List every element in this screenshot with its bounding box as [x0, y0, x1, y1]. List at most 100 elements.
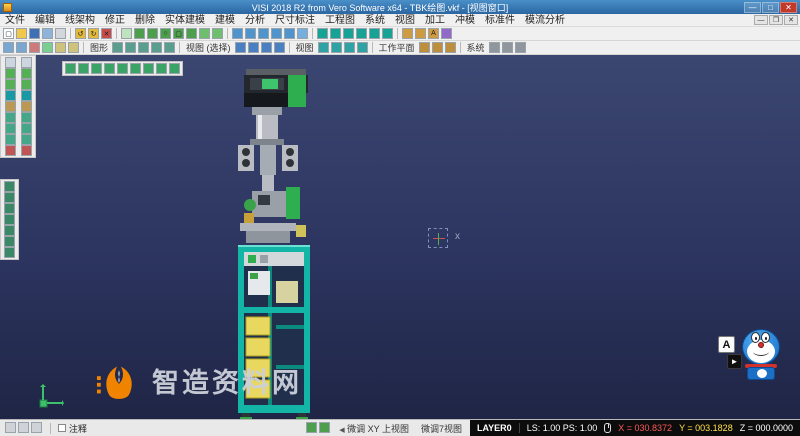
grid-status-icon[interactable]: [18, 422, 29, 433]
maximize-button[interactable]: □: [762, 2, 779, 13]
fillet-tool-icon[interactable]: [271, 28, 282, 39]
rectangle-tool-icon[interactable]: ▢: [173, 28, 184, 39]
mdi-close-button[interactable]: ✕: [784, 15, 798, 25]
snap-quadrant-icon[interactable]: [21, 134, 32, 145]
workplane-xy-icon[interactable]: [419, 42, 430, 53]
revolve-icon[interactable]: [356, 28, 367, 39]
extrude-icon[interactable]: [343, 28, 354, 39]
select-polygon-icon[interactable]: [143, 63, 154, 74]
select-icon[interactable]: [5, 57, 16, 68]
print-icon[interactable]: [55, 28, 66, 39]
coord-mode-status-icon[interactable]: [319, 422, 330, 433]
menu-item-13[interactable]: 加工: [420, 14, 450, 27]
snap-mid-icon[interactable]: [21, 112, 32, 123]
hide-entity-icon[interactable]: [4, 247, 15, 258]
boolean-subtract-icon[interactable]: [382, 28, 393, 39]
mirror-tool-icon[interactable]: [297, 28, 308, 39]
menu-item-1[interactable]: 文件: [0, 14, 30, 27]
menu-item-3[interactable]: 线架构: [60, 14, 100, 27]
layer-manager-icon[interactable]: [441, 28, 452, 39]
line-tool-icon[interactable]: [134, 28, 145, 39]
new-file-icon[interactable]: ▢: [3, 28, 14, 39]
pan-view-icon[interactable]: [274, 42, 285, 53]
workplane-yz-icon[interactable]: [432, 42, 443, 53]
iso-view-icon[interactable]: [357, 42, 368, 53]
import-icon[interactable]: [42, 28, 53, 39]
zoom-window-icon[interactable]: [235, 42, 246, 53]
menu-item-16[interactable]: 模流分析: [520, 14, 570, 27]
top-view-icon[interactable]: [318, 42, 329, 53]
filter-circle-icon[interactable]: [21, 79, 32, 90]
ungroup-entities-icon[interactable]: [68, 42, 79, 53]
save-icon[interactable]: [29, 28, 40, 39]
color-picker-icon[interactable]: [29, 42, 40, 53]
shaded-mode-icon[interactable]: [112, 42, 123, 53]
point-tool-icon[interactable]: [121, 28, 132, 39]
menu-item-12[interactable]: 视图: [390, 14, 420, 27]
polygon-tool-icon[interactable]: [186, 28, 197, 39]
menu-item-10[interactable]: 工程图: [320, 14, 360, 27]
solid-cylinder-icon[interactable]: [330, 28, 341, 39]
side-view-icon[interactable]: [344, 42, 355, 53]
menu-item-2[interactable]: 编辑: [30, 14, 60, 27]
menu-item-15[interactable]: 标准件: [480, 14, 520, 27]
select-by-type-icon[interactable]: [117, 63, 128, 74]
filter-dimension-icon[interactable]: [21, 101, 32, 112]
redraw-icon[interactable]: [4, 225, 15, 236]
close-button[interactable]: ✕: [780, 2, 797, 13]
note-toggle[interactable]: 注释: [58, 422, 87, 435]
open-folder-icon[interactable]: [16, 28, 27, 39]
select-box-icon[interactable]: [21, 57, 32, 68]
mdi-restore-button[interactable]: ❐: [769, 15, 783, 25]
attribute-edit-icon[interactable]: [3, 42, 14, 53]
filter-solid-icon[interactable]: [5, 90, 16, 101]
arc-tool-icon[interactable]: [147, 28, 158, 39]
offset-tool-icon[interactable]: [258, 28, 269, 39]
hidden-line-mode-icon[interactable]: [138, 42, 149, 53]
wireframe-mode-icon[interactable]: [125, 42, 136, 53]
view-pan-icon[interactable]: [4, 192, 15, 203]
menu-item-9[interactable]: 尺寸标注: [270, 14, 320, 27]
menu-item-14[interactable]: 冲模: [450, 14, 480, 27]
layer-edit-icon[interactable]: [16, 42, 27, 53]
zoom-previous-icon[interactable]: [261, 42, 272, 53]
menu-item-6[interactable]: 实体建模: [160, 14, 210, 27]
menu-item-8[interactable]: 分析: [240, 14, 270, 27]
filter-point-icon[interactable]: [5, 68, 16, 79]
menu-item-4[interactable]: 修正: [100, 14, 130, 27]
dimension-icon[interactable]: [415, 28, 426, 39]
select-by-layer-icon[interactable]: [104, 63, 115, 74]
note-checkbox[interactable]: [58, 424, 66, 432]
workplane-zx-icon[interactable]: [445, 42, 456, 53]
chamfer-tool-icon[interactable]: [284, 28, 295, 39]
view-fit-icon[interactable]: [4, 214, 15, 225]
regenerate-icon[interactable]: [4, 236, 15, 247]
snap-status-icon[interactable]: [5, 422, 16, 433]
ortho-status-icon[interactable]: [31, 422, 42, 433]
front-view-icon[interactable]: [331, 42, 342, 53]
snap-center-icon[interactable]: [5, 123, 16, 134]
view-rotate-icon[interactable]: [4, 181, 15, 192]
snap-intersection-icon[interactable]: [21, 123, 32, 134]
undo-icon[interactable]: ↺: [75, 28, 86, 39]
redo-icon[interactable]: ↻: [88, 28, 99, 39]
grid-toggle-icon[interactable]: [502, 42, 513, 53]
zoom-fit-icon[interactable]: [248, 42, 259, 53]
group-entities-icon[interactable]: [55, 42, 66, 53]
erase-icon[interactable]: ✕: [101, 28, 112, 39]
ucs-origin-icon[interactable]: [21, 145, 32, 156]
select-window-icon[interactable]: [130, 63, 141, 74]
nudge-arrow-icon[interactable]: ◀: [339, 427, 344, 434]
filter-arc-icon[interactable]: [5, 79, 16, 90]
wcs-origin-icon[interactable]: [5, 145, 16, 156]
select-all-icon[interactable]: [65, 63, 76, 74]
trim-tool-icon[interactable]: [232, 28, 243, 39]
line-style-icon[interactable]: [42, 42, 53, 53]
select-invert-icon[interactable]: [156, 63, 167, 74]
edge-display-icon[interactable]: [164, 42, 175, 53]
snap-end-icon[interactable]: [5, 112, 16, 123]
select-chain-icon[interactable]: [78, 63, 89, 74]
ellipse-tool-icon[interactable]: [212, 28, 223, 39]
filter-text-icon[interactable]: [5, 101, 16, 112]
transparency-mode-icon[interactable]: [151, 42, 162, 53]
